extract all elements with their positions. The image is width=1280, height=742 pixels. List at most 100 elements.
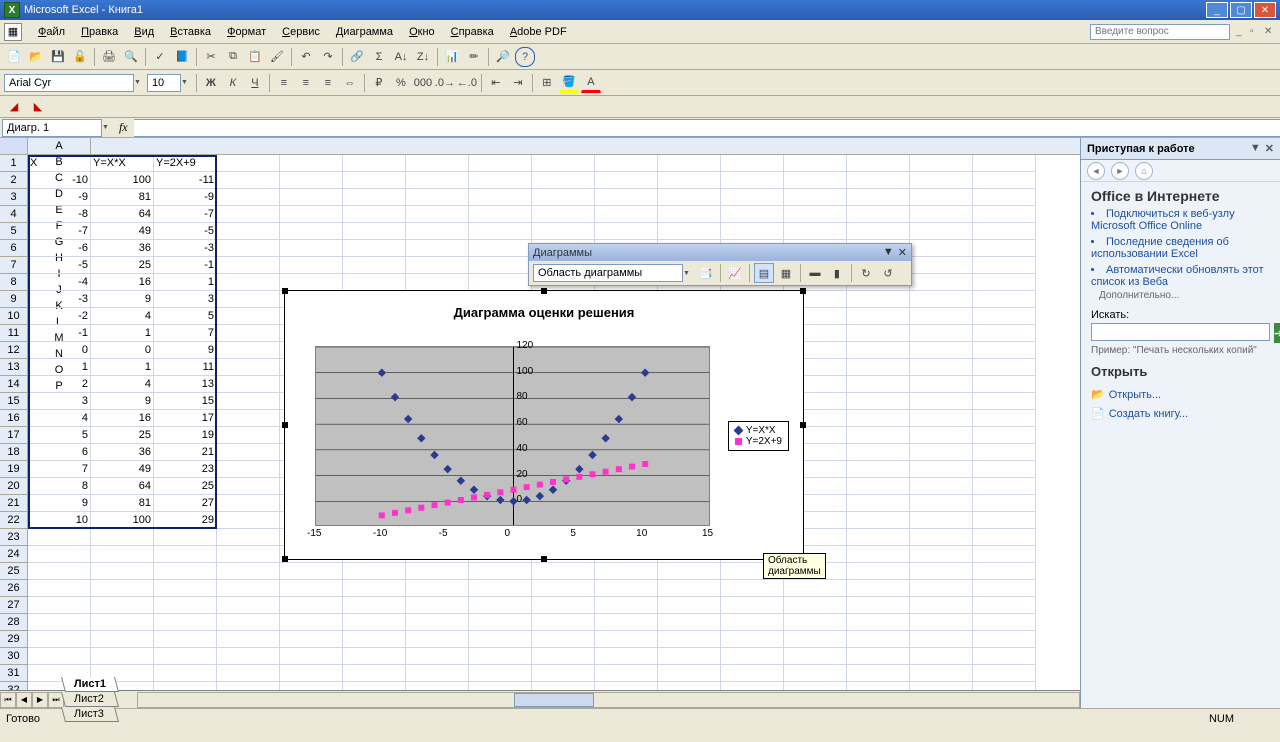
cell[interactable]: 9 bbox=[28, 495, 91, 512]
cell[interactable] bbox=[847, 172, 910, 189]
cell[interactable] bbox=[784, 682, 847, 690]
cell[interactable] bbox=[973, 597, 1036, 614]
cell[interactable] bbox=[217, 631, 280, 648]
cell[interactable] bbox=[217, 444, 280, 461]
cell[interactable] bbox=[910, 682, 973, 690]
cell[interactable]: 3 bbox=[28, 393, 91, 410]
cell[interactable] bbox=[973, 546, 1036, 563]
cell[interactable] bbox=[154, 597, 217, 614]
undo-icon[interactable]: ↶ bbox=[296, 47, 316, 67]
cell[interactable]: 25 bbox=[91, 257, 154, 274]
cell[interactable] bbox=[343, 274, 406, 291]
cell[interactable] bbox=[847, 682, 910, 690]
cell[interactable]: -4 bbox=[28, 274, 91, 291]
cell[interactable] bbox=[910, 529, 973, 546]
cell[interactable] bbox=[217, 495, 280, 512]
cell[interactable] bbox=[343, 240, 406, 257]
cell[interactable] bbox=[847, 478, 910, 495]
menu-вставка[interactable]: Вставка bbox=[162, 24, 219, 40]
cell[interactable] bbox=[217, 376, 280, 393]
cell[interactable] bbox=[406, 631, 469, 648]
task-pane-forward-icon[interactable]: ► bbox=[1111, 162, 1129, 180]
row-header[interactable]: 18 bbox=[0, 444, 28, 461]
cell[interactable] bbox=[910, 597, 973, 614]
row-header[interactable]: 32 bbox=[0, 682, 28, 690]
cell[interactable] bbox=[847, 495, 910, 512]
resize-handle[interactable] bbox=[800, 288, 806, 294]
cell[interactable]: -1 bbox=[154, 257, 217, 274]
print-icon[interactable]: 🖨 bbox=[99, 47, 119, 67]
doc-restore-button[interactable]: ▫ bbox=[1250, 26, 1262, 38]
cell[interactable] bbox=[847, 512, 910, 529]
cell[interactable] bbox=[154, 580, 217, 597]
cell[interactable] bbox=[532, 155, 595, 172]
cell[interactable] bbox=[532, 631, 595, 648]
borders-icon[interactable]: ⊞ bbox=[537, 73, 557, 93]
cell[interactable] bbox=[217, 478, 280, 495]
cell[interactable] bbox=[406, 580, 469, 597]
cell[interactable] bbox=[217, 257, 280, 274]
doc-close-button[interactable]: ✕ bbox=[1264, 26, 1276, 38]
cell[interactable] bbox=[406, 240, 469, 257]
cell[interactable] bbox=[154, 631, 217, 648]
cell[interactable] bbox=[343, 206, 406, 223]
cell[interactable] bbox=[847, 444, 910, 461]
cell[interactable] bbox=[28, 597, 91, 614]
cell[interactable] bbox=[532, 614, 595, 631]
cell[interactable] bbox=[973, 665, 1036, 682]
resize-handle[interactable] bbox=[800, 422, 806, 428]
row-header[interactable]: 2 bbox=[0, 172, 28, 189]
cell[interactable] bbox=[343, 172, 406, 189]
cell[interactable] bbox=[217, 274, 280, 291]
cell[interactable]: 25 bbox=[91, 427, 154, 444]
cell[interactable] bbox=[973, 444, 1036, 461]
cell[interactable] bbox=[595, 648, 658, 665]
chart-toolbar[interactable]: Диаграммы ▼ ✕ ▼ 📑 📈 ▤ ▦ ▬ bbox=[528, 243, 912, 286]
cell[interactable] bbox=[973, 393, 1036, 410]
chart-objects-combo[interactable] bbox=[533, 264, 683, 282]
cell[interactable]: 16 bbox=[91, 410, 154, 427]
fill-color-icon[interactable]: 🪣 bbox=[559, 73, 579, 93]
cell[interactable]: -3 bbox=[154, 240, 217, 257]
cell[interactable] bbox=[154, 682, 217, 690]
cell[interactable]: -9 bbox=[28, 189, 91, 206]
name-box[interactable] bbox=[2, 119, 102, 137]
cell[interactable] bbox=[973, 410, 1036, 427]
cell[interactable] bbox=[910, 257, 973, 274]
cell[interactable] bbox=[532, 206, 595, 223]
cell[interactable] bbox=[973, 325, 1036, 342]
cell[interactable] bbox=[910, 631, 973, 648]
cell[interactable] bbox=[406, 614, 469, 631]
cell[interactable] bbox=[217, 291, 280, 308]
cell[interactable] bbox=[280, 189, 343, 206]
row-header[interactable]: 12 bbox=[0, 342, 28, 359]
cell[interactable] bbox=[910, 223, 973, 240]
chart-objects-dropdown-icon[interactable]: ▼ bbox=[683, 270, 690, 277]
cell[interactable] bbox=[910, 155, 973, 172]
cell[interactable] bbox=[658, 648, 721, 665]
cell[interactable] bbox=[658, 682, 721, 690]
cell[interactable] bbox=[910, 665, 973, 682]
cell[interactable] bbox=[280, 240, 343, 257]
cell[interactable] bbox=[973, 206, 1036, 223]
cell[interactable] bbox=[532, 682, 595, 690]
cell[interactable] bbox=[784, 223, 847, 240]
cell[interactable] bbox=[910, 580, 973, 597]
decrease-decimal-icon[interactable]: ←.0 bbox=[457, 73, 477, 93]
cell[interactable] bbox=[910, 614, 973, 631]
cell[interactable] bbox=[343, 648, 406, 665]
cell[interactable] bbox=[280, 155, 343, 172]
cell[interactable] bbox=[217, 410, 280, 427]
cell[interactable]: Y=X*X bbox=[91, 155, 154, 172]
cell[interactable]: 7 bbox=[154, 325, 217, 342]
cell[interactable]: -8 bbox=[28, 206, 91, 223]
cell[interactable] bbox=[721, 614, 784, 631]
cell[interactable] bbox=[973, 376, 1036, 393]
cell[interactable] bbox=[343, 631, 406, 648]
cell[interactable] bbox=[217, 223, 280, 240]
cell[interactable] bbox=[91, 546, 154, 563]
cell[interactable]: 29 bbox=[154, 512, 217, 529]
cell[interactable] bbox=[469, 682, 532, 690]
cell[interactable] bbox=[910, 563, 973, 580]
cell[interactable] bbox=[406, 665, 469, 682]
